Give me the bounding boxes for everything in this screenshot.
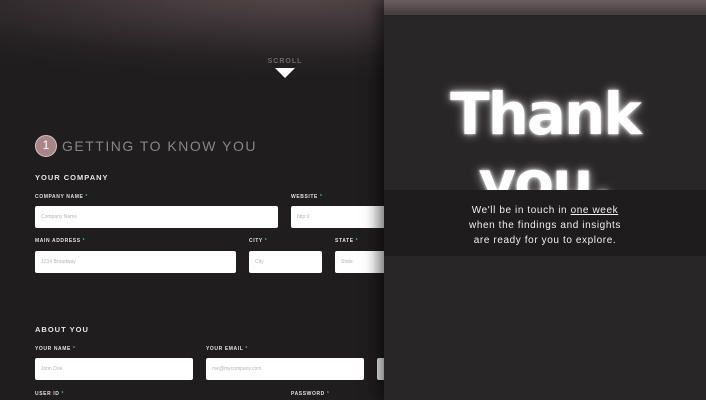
website-label: WEBSITE * (291, 194, 323, 200)
city-input[interactable] (249, 251, 322, 273)
company-section-title: YOUR COMPANY (35, 173, 109, 182)
password-label: PASSWORD * (291, 391, 330, 397)
message-line-2: when the findings and insights (469, 220, 621, 231)
step-header: 1 GETTING TO KNOW YOU (35, 135, 257, 157)
scroll-down-arrow-icon[interactable] (275, 68, 295, 78)
your-name-input[interactable] (35, 358, 193, 380)
main-address-label: MAIN ADDRESS * (35, 238, 86, 244)
thank-you-message: We'll be in touch in one week when the f… (384, 203, 706, 248)
your-email-input[interactable] (206, 358, 364, 380)
partial-input-edge[interactable] (377, 358, 384, 380)
state-input[interactable] (335, 251, 384, 273)
user-id-label: USER ID * (35, 391, 65, 397)
message-line-3: are ready for you to explore. (473, 235, 617, 246)
scroll-hint[interactable]: SCROLL (262, 58, 308, 78)
city-label: CITY * (249, 238, 268, 244)
step-number-badge: 1 (35, 135, 57, 157)
website-input[interactable] (291, 206, 384, 228)
company-name-label: COMPANY NAME * (35, 194, 88, 200)
main-address-input[interactable] (35, 251, 236, 273)
scroll-label: SCROLL (267, 58, 303, 65)
your-email-label: YOUR EMAIL * (206, 346, 248, 352)
panel-top-strip (384, 0, 706, 15)
one-week-highlight: one week (570, 205, 619, 216)
message-line-1: We'll be in touch in one week (471, 205, 619, 216)
thank-you-panel: Thank you. We'll be in touch in one week… (384, 0, 706, 400)
company-name-input[interactable] (35, 206, 278, 228)
state-label: STATE * (335, 238, 359, 244)
step-title: GETTING TO KNOW YOU (62, 138, 257, 154)
your-name-label: YOUR NAME * (35, 346, 76, 352)
about-section-title: ABOUT YOU (35, 325, 89, 334)
